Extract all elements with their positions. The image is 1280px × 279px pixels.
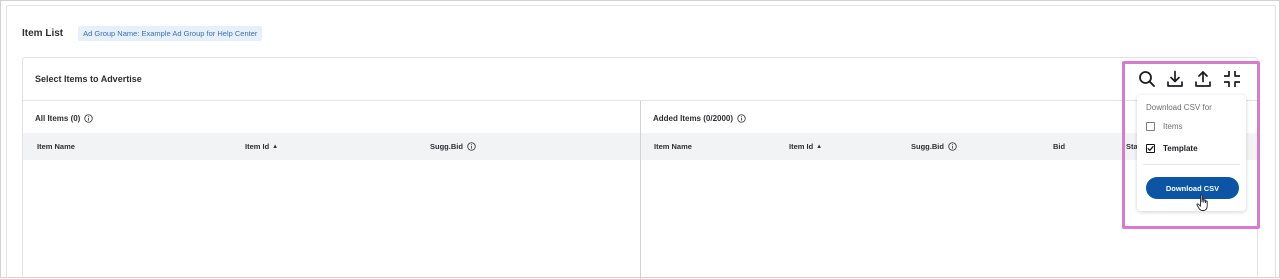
col-bid-label: Bid	[1053, 142, 1066, 151]
ad-group-badge: Ad Group Name: Example Ad Group for Help…	[78, 25, 263, 41]
col-sugg-bid[interactable]: Sugg.Bid	[911, 142, 957, 151]
col-item-name-label: Item Name	[654, 142, 692, 151]
info-icon[interactable]	[84, 113, 94, 123]
sort-up-icon: ▲	[272, 143, 279, 150]
select-items-card: Select Items to Advertise All Items (0) …	[22, 57, 1258, 279]
col-item-id[interactable]: Item Id ▲	[245, 142, 278, 151]
col-item-name[interactable]: Item Name	[37, 142, 75, 151]
col-item-id-label: Item Id	[789, 142, 814, 151]
col-item-name[interactable]: Item Name	[654, 142, 692, 151]
col-sugg-bid[interactable]: Sugg.Bid	[430, 142, 476, 151]
page-title: Item List	[22, 27, 64, 39]
added-items-title: Added Items (0/2000)	[653, 112, 746, 124]
all-items-header-row: Item Name Item Id ▲ Sugg.Bid	[23, 133, 640, 160]
col-sugg-bid-label: Sugg.Bid	[911, 142, 944, 151]
hand-cursor-icon	[1196, 194, 1208, 211]
all-items-title: All Items (0)	[35, 112, 94, 124]
all-items-title-text: All Items (0)	[35, 113, 81, 123]
col-sugg-bid-label: Sugg.Bid	[430, 142, 463, 151]
col-bid[interactable]: Bid	[1053, 142, 1065, 151]
sort-up-icon: ▲	[816, 143, 823, 150]
all-items-pane: All Items (0) Item Name Item Id ▲ Sugg.B…	[23, 101, 641, 279]
info-icon[interactable]	[737, 113, 746, 123]
col-item-name-label: Item Name	[37, 142, 75, 151]
col-item-id-label: Item Id	[245, 142, 270, 151]
highlight-box	[1122, 61, 1260, 229]
page-header: Item List Ad Group Name: Example Ad Grou…	[22, 25, 263, 41]
info-icon[interactable]	[948, 142, 957, 151]
added-items-title-text: Added Items (0/2000)	[653, 113, 734, 123]
info-icon[interactable]	[467, 142, 476, 151]
col-item-id[interactable]: Item Id ▲	[789, 142, 822, 151]
card-title: Select Items to Advertise	[35, 74, 142, 84]
